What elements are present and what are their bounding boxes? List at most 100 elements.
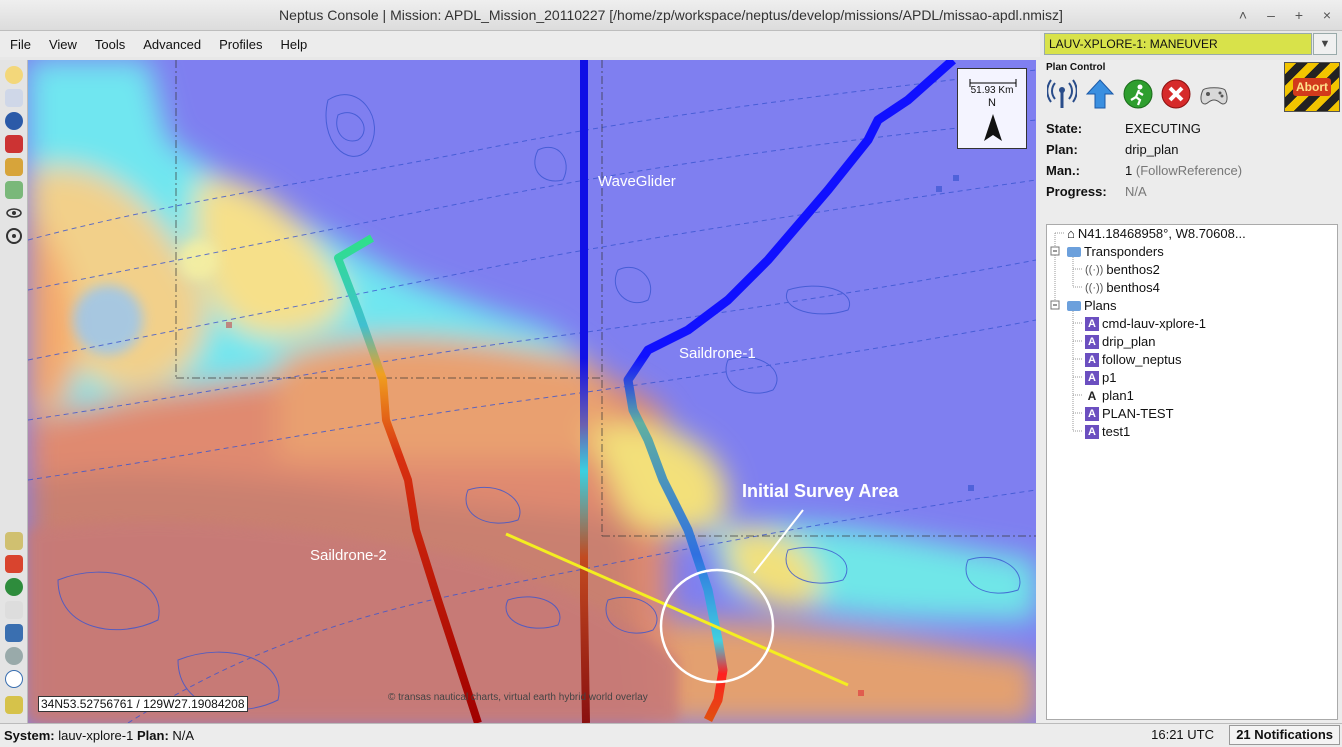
plan-icon: A (1085, 353, 1099, 367)
menu-bar: File View Tools Advanced Profiles Help (0, 31, 1040, 57)
plan-control-panel: Plan Control Abort State: EXECUTING Plan:… (1036, 60, 1342, 723)
north-arrow-icon (984, 114, 1002, 141)
window-maximize-icon[interactable]: + (1292, 6, 1306, 24)
map-canvas[interactable] (28, 60, 1036, 723)
stop-plan-icon[interactable] (1160, 78, 1192, 110)
maneuver-row: Man.: 1 (FollowReference) (1046, 160, 1242, 181)
lock-icon[interactable] (5, 158, 23, 176)
sun-icon[interactable] (5, 66, 23, 84)
chevron-down-icon[interactable]: ▼ (1313, 33, 1337, 55)
window-close-icon[interactable]: × (1320, 6, 1334, 24)
mission-tree[interactable]: ⌂ N41.18468958°, W8.70608... Transponders… (1046, 224, 1338, 720)
eye-icon[interactable] (5, 204, 23, 222)
plan-value: drip_plan (1125, 142, 1179, 157)
tree-root[interactable]: ⌂ N41.18468958°, W8.70608... (1067, 225, 1246, 243)
plan-item-label: plan1 (1102, 388, 1134, 403)
abort-button[interactable]: Abort (1284, 62, 1340, 112)
scale-north-indicator: 51.93 Km N (957, 68, 1027, 149)
tree-plan-item[interactable]: Atest1 (1085, 423, 1130, 441)
status-bar: System: lauv-xplore-1 Plan: N/A 16:21 UT… (0, 723, 1342, 747)
tree-transponder-item[interactable]: ((·)) benthos2 (1085, 261, 1160, 279)
window-minimize-icon[interactable]: – (1264, 6, 1278, 24)
plan-item-label: PLAN-TEST (1102, 406, 1174, 421)
window-title: Neptus Console | Mission: APDL_Mission_2… (279, 7, 1063, 23)
vehicle-icon[interactable] (5, 112, 23, 130)
window-titlebar: Neptus Console | Mission: APDL_Mission_2… (0, 0, 1342, 31)
tree-root-label: N41.18468958°, W8.70608... (1077, 226, 1246, 241)
id-card-icon[interactable] (5, 624, 23, 642)
plan-item-label: drip_plan (1102, 334, 1156, 349)
label-saildrone-1: Saildrone-1 (679, 345, 756, 362)
tree-plan-item[interactable]: Adrip_plan (1085, 333, 1156, 351)
plan-icon: A (1085, 371, 1099, 385)
transponder-label: benthos4 (1106, 280, 1160, 295)
progress-value: N/A (1125, 184, 1147, 199)
tree-plan-item[interactable]: A PLAN-TEST (1085, 405, 1174, 423)
menu-help[interactable]: Help (280, 37, 307, 52)
maneuver-detail: (FollowReference) (1135, 163, 1243, 178)
menu-profiles[interactable]: Profiles (219, 37, 262, 52)
layers-icon[interactable] (5, 696, 23, 714)
tree-plans[interactable]: Plans (1067, 297, 1117, 315)
status-system-label: System: (4, 728, 55, 743)
keyboard-icon[interactable] (5, 601, 23, 619)
status-system-value: lauv-xplore-1 (58, 728, 134, 743)
menu-file[interactable]: File (10, 37, 31, 52)
tree-plan-item[interactable]: Aplan1 (1085, 387, 1134, 405)
plan-status-info: State: EXECUTING Plan: drip_plan Man.: 1 (F… (1046, 118, 1242, 202)
plan-label: Plan: (1046, 142, 1078, 157)
north-label: N (988, 97, 996, 109)
tree-plan-item[interactable]: Ap1 (1085, 369, 1116, 387)
map-edit-icon[interactable] (5, 181, 23, 199)
plan-editor-icon[interactable] (5, 135, 23, 153)
target-icon[interactable] (5, 227, 23, 245)
pencil-icon[interactable] (5, 532, 23, 550)
left-toolbar (0, 60, 28, 723)
plan-icon: A (1085, 407, 1099, 421)
signal-icon[interactable] (5, 89, 23, 107)
transponder-icon: ((·)) (1085, 264, 1104, 276)
notifications-button[interactable]: 21 Notifications (1229, 725, 1340, 745)
label-waveglider: WaveGlider (598, 173, 676, 190)
tree-transponders[interactable]: Transponders (1067, 243, 1164, 261)
plan-icon: A (1085, 317, 1099, 331)
transponder-label: benthos2 (1106, 262, 1160, 277)
menu-advanced[interactable]: Advanced (143, 37, 201, 52)
cursor-coordinates: 34N53.52756761 / 129W27.19084208 (38, 696, 248, 712)
state-label: State: (1046, 121, 1083, 136)
gamepad-icon[interactable] (1198, 78, 1230, 110)
vehicle-selector[interactable]: LAUV-XPLORE-1: MANEUVER (1044, 33, 1312, 55)
maneuver-label: Man.: (1046, 163, 1080, 178)
maneuver-value: 1 (1125, 163, 1133, 178)
tree-plan-item[interactable]: Afollow_neptus (1085, 351, 1182, 369)
info-icon[interactable] (5, 670, 23, 688)
plan-item-label: p1 (1102, 370, 1117, 385)
upload-arrow-icon[interactable] (1084, 78, 1116, 110)
abort-label: Abort (1293, 78, 1331, 96)
globe-icon[interactable] (5, 578, 23, 596)
plan-item-label: test1 (1102, 424, 1131, 439)
tree-plan-item[interactable]: Acmd-lauv-xplore-1 (1085, 315, 1206, 333)
map-view[interactable]: WaveGlider Saildrone-1 Saildrone-2 Initi… (28, 60, 1036, 723)
plan-icon: A (1085, 389, 1099, 403)
tree-transponder-item[interactable]: ((·)) benthos4 (1085, 279, 1160, 297)
map-credit: © transas nautical charts, virtual earth… (388, 692, 648, 703)
menu-view[interactable]: View (49, 37, 77, 52)
start-plan-icon[interactable] (1122, 78, 1154, 110)
plan-icon: A (1085, 425, 1099, 439)
antenna-icon[interactable] (1046, 78, 1078, 110)
plan-row: Plan: drip_plan (1046, 139, 1242, 160)
window-collapse-icon[interactable]: ˄ (1236, 6, 1250, 24)
pepper-icon[interactable] (5, 555, 23, 573)
menu-tools[interactable]: Tools (95, 37, 125, 52)
plan-control-title: Plan Control (1046, 62, 1106, 73)
window-controls: ˄ – + × (1236, 6, 1334, 24)
folder-icon (1067, 247, 1081, 257)
transponders-label: Transponders (1084, 244, 1164, 259)
progress-label: Progress: (1046, 184, 1107, 199)
plan-item-label: cmd-lauv-xplore-1 (1102, 316, 1207, 331)
plan-item-label: follow_neptus (1102, 352, 1182, 367)
robot-icon[interactable] (5, 647, 23, 665)
state-value: EXECUTING (1125, 121, 1201, 136)
status-time: 16:21 UTC (1151, 727, 1214, 742)
